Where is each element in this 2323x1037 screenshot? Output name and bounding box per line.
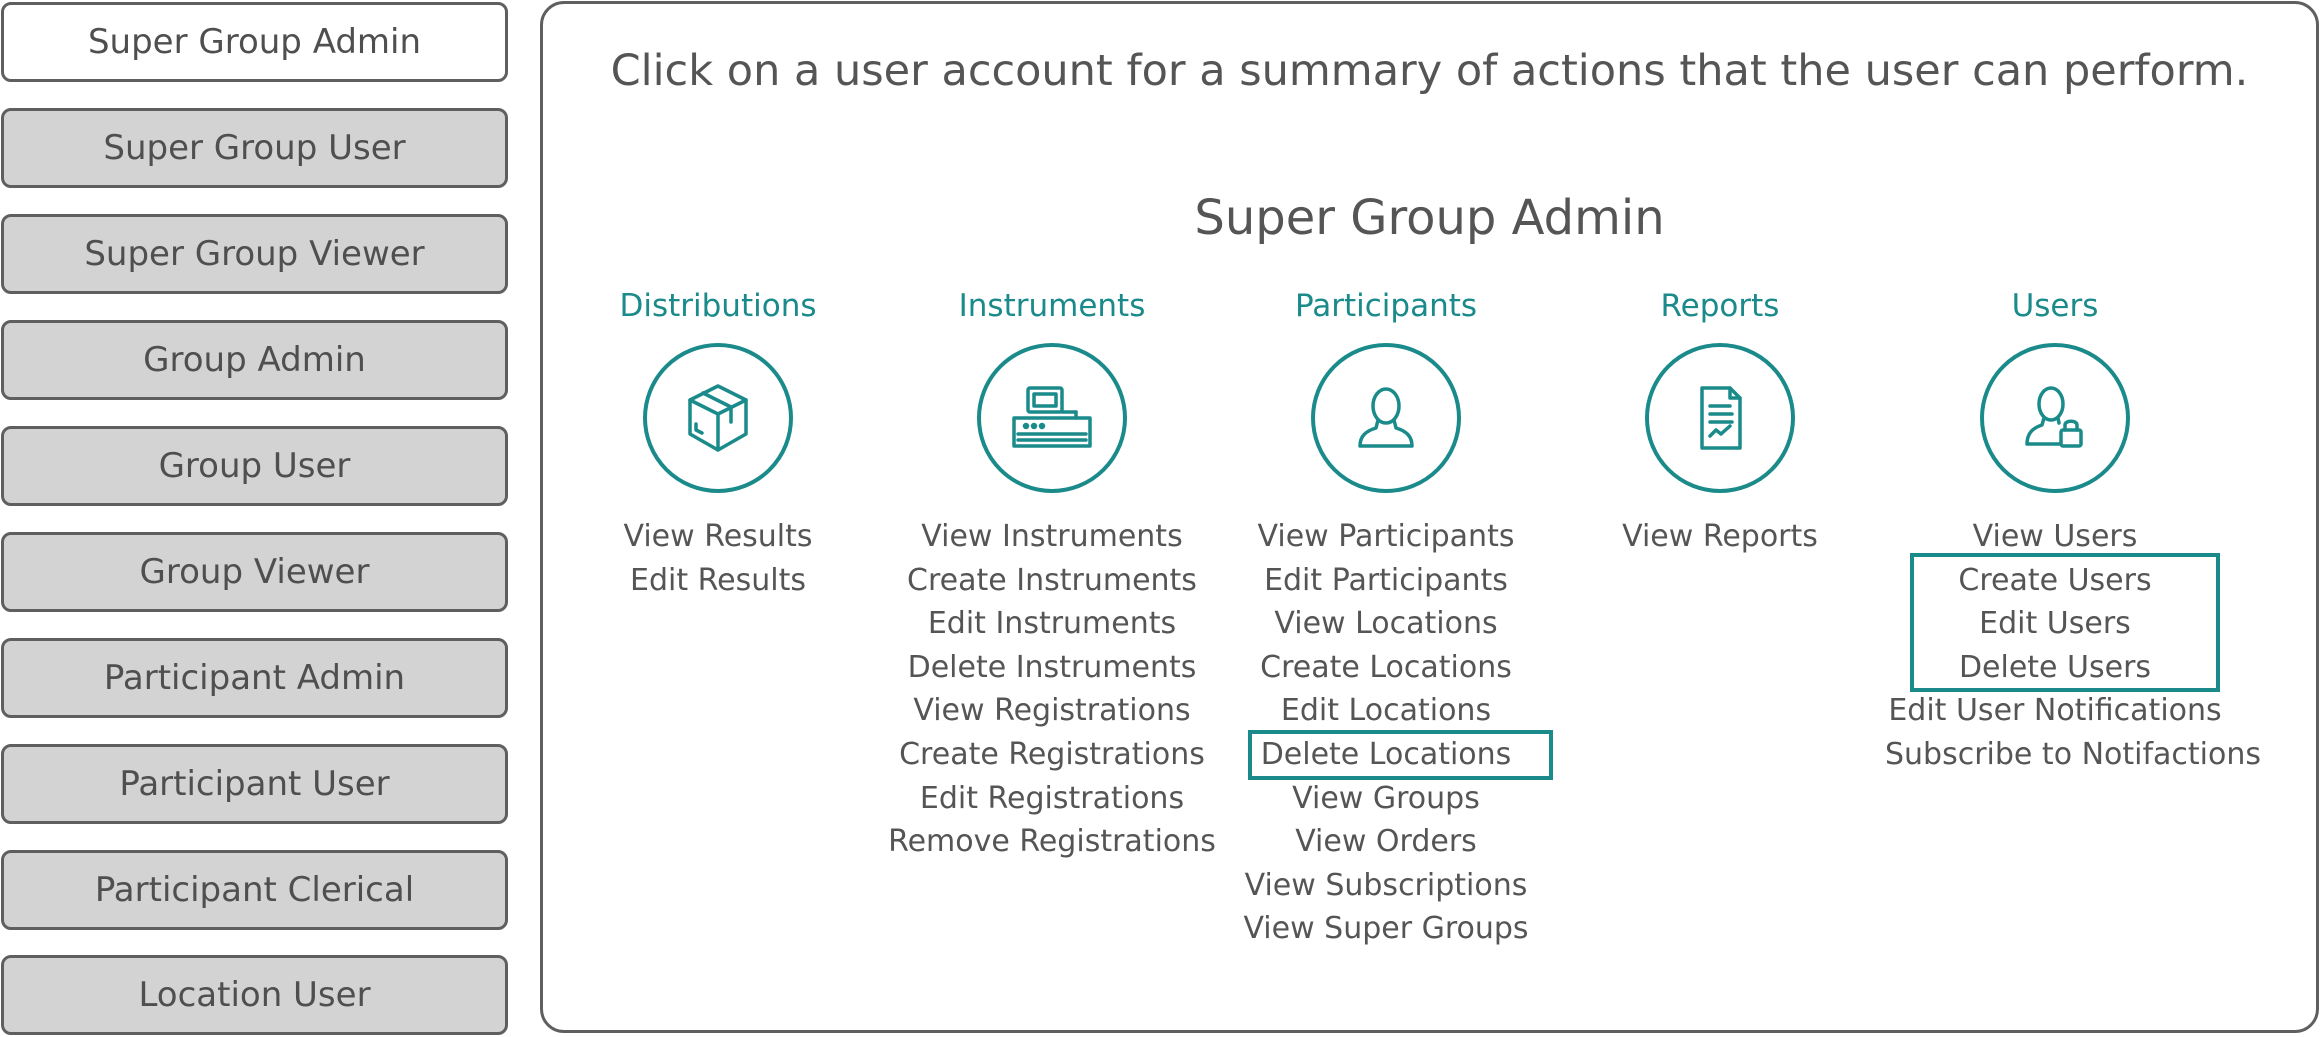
category-title: Participants: [1294, 288, 1478, 324]
category-participants: Participants View Participants Edit Part…: [1216, 284, 1556, 951]
action-item: View Subscriptions: [1244, 867, 1528, 903]
report-document-icon: [1645, 343, 1795, 493]
user-lock-icon: [1980, 343, 2130, 493]
page: Super Group Admin Super Group User Super…: [0, 0, 2323, 1037]
highlight-user-management: [1910, 553, 2220, 692]
role-button-group-viewer[interactable]: Group Viewer: [1, 532, 508, 612]
action-item: View Registrations: [913, 693, 1191, 729]
role-button-super-group-viewer[interactable]: Super Group Viewer: [1, 214, 508, 294]
role-button-location-user[interactable]: Location User: [1, 955, 508, 1035]
action-item: Subscribe to Notifactions: [1885, 736, 2262, 772]
action-item: View Locations: [1274, 606, 1498, 642]
action-list: View Instruments Create Instruments Edit…: [882, 515, 1222, 864]
role-button-super-group-admin[interactable]: Super Group Admin: [1, 2, 508, 82]
instruction-text: Click on a user account for a summary of…: [610, 46, 2249, 96]
role-sidebar: Super Group Admin Super Group User Super…: [0, 0, 512, 1037]
selected-role-title: Super Group Admin: [1194, 190, 1665, 246]
action-item: Remove Registrations: [888, 824, 1216, 860]
action-item: View Orders: [1295, 824, 1477, 860]
action-item: View Participants: [1257, 519, 1515, 554]
permissions-panel: Click on a user account for a summary of…: [540, 1, 2319, 1033]
action-item: Edit User Notifications: [1888, 693, 2222, 729]
action-item: View Results: [623, 519, 813, 554]
role-button-participant-user[interactable]: Participant User: [1, 744, 508, 824]
highlight-delete-locations: [1248, 730, 1553, 780]
category-title: Instruments: [958, 288, 1146, 324]
action-item: View Reports: [1622, 519, 1818, 554]
category-reports: Reports View Reports: [1550, 284, 1890, 559]
role-button-group-user[interactable]: Group User: [1, 426, 508, 506]
action-item: View Super Groups: [1243, 911, 1529, 947]
category-users: Users View Users Create Users Edit Users…: [1885, 284, 2262, 777]
category-title: Reports: [1660, 288, 1780, 324]
category-distributions: Distributions View Results Edit Results: [548, 284, 888, 602]
action-list: View Results Edit Results: [548, 515, 888, 602]
action-item: Edit Locations: [1280, 693, 1492, 729]
action-item: Edit Instruments: [927, 606, 1177, 642]
instrument-device-icon: [977, 343, 1127, 493]
role-button-group-admin[interactable]: Group Admin: [1, 320, 508, 400]
category-instruments: Instruments View Instruments Create Inst…: [882, 284, 1222, 864]
action-item: View Instruments: [921, 519, 1183, 554]
person-icon: [1311, 343, 1461, 493]
role-button-super-group-user[interactable]: Super Group User: [1, 108, 508, 188]
role-button-participant-admin[interactable]: Participant Admin: [1, 638, 508, 718]
action-item: Edit Participants: [1264, 562, 1508, 598]
action-item: Create Instruments: [907, 562, 1197, 598]
package-box-icon: [643, 343, 793, 493]
action-item: Create Registrations: [899, 736, 1205, 772]
action-item: View Groups: [1292, 780, 1480, 816]
category-title: Users: [2011, 288, 2099, 324]
role-button-participant-clerical[interactable]: Participant Clerical: [1, 850, 508, 930]
action-item: Edit Registrations: [919, 780, 1185, 816]
category-title: Distributions: [619, 288, 817, 324]
action-item: Create Locations: [1260, 649, 1512, 685]
action-list: View Reports: [1550, 515, 1890, 559]
action-item: Edit Results: [630, 562, 806, 598]
action-item: Delete Instruments: [907, 649, 1197, 685]
